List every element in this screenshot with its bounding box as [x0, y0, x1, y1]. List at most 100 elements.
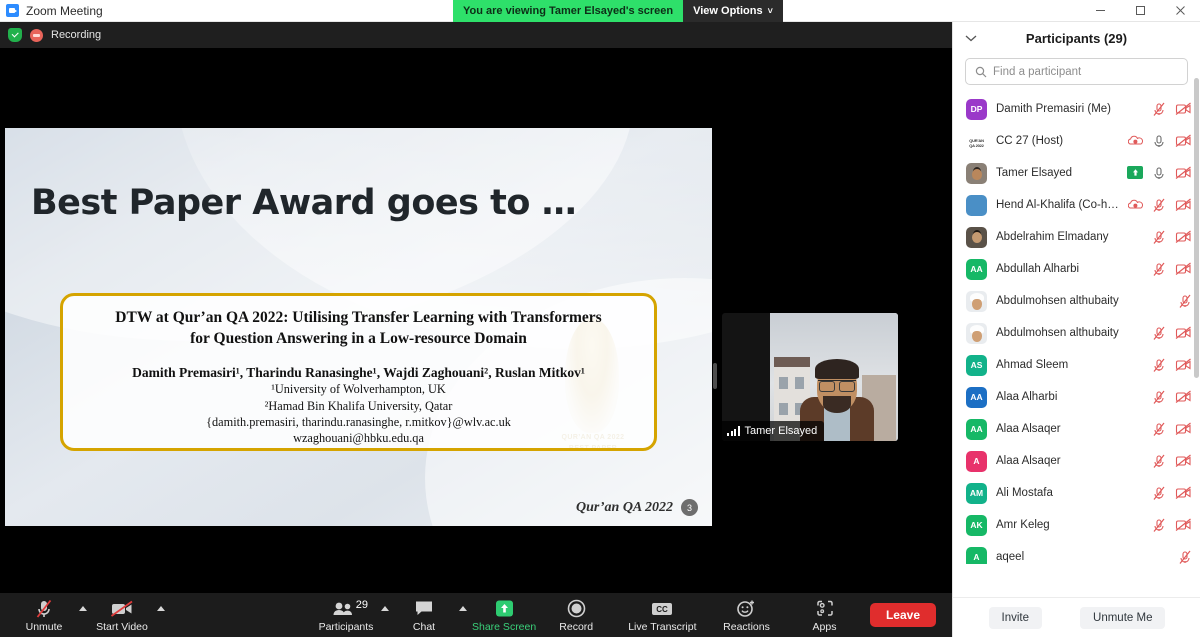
participant-row[interactable]: Abdulmohsen althubaity [953, 285, 1200, 317]
leave-button[interactable]: Leave [869, 603, 936, 627]
minimize-icon[interactable] [1080, 0, 1120, 22]
participant-row[interactable]: AK Amr Keleg [953, 509, 1200, 541]
mic-muted-icon[interactable] [1152, 326, 1166, 341]
participants-panel-header: Participants (29) [953, 22, 1200, 54]
live-transcript-button[interactable]: CC Live Transcript [628, 593, 697, 637]
mic-muted-icon[interactable] [1152, 422, 1166, 437]
mic-muted-icon[interactable] [1152, 102, 1166, 117]
participant-row[interactable]: A Alaa Alsaqer [953, 445, 1200, 477]
record-button[interactable]: Record [546, 593, 606, 637]
shared-slide: Best Paper Award goes to … QUR’AN QA 202… [5, 128, 712, 526]
maximize-icon[interactable] [1120, 0, 1160, 22]
mic-muted-icon [1153, 518, 1165, 532]
participant-row[interactable]: QUR’AN QA 2022 CC 27 (Host) [953, 125, 1200, 157]
award-paper-card: DTW at Qur’an QA 2022: Utilising Transfe… [60, 293, 657, 451]
video-off-icon[interactable] [1175, 262, 1192, 276]
screen-share-status-icon[interactable] [1127, 164, 1143, 182]
mic-muted-icon [1179, 294, 1191, 308]
start-video-button[interactable]: Start Video [92, 593, 152, 637]
share-screen-label: Share Screen [472, 620, 537, 633]
video-off-icon[interactable] [1175, 230, 1192, 244]
participant-video-thumbnail[interactable]: Tamer Elsayed [722, 313, 898, 441]
mic-muted-icon[interactable] [1152, 518, 1166, 533]
slide-heading: Best Paper Award goes to … [31, 183, 577, 223]
audio-options-caret[interactable] [74, 593, 92, 637]
chat-button[interactable]: Chat [394, 593, 454, 637]
apps-button[interactable]: Apps [795, 593, 855, 637]
close-icon[interactable] [1160, 0, 1200, 22]
participant-name: Damith Premasiri (Me) [996, 103, 1112, 115]
participant-name: Amr Keleg [996, 519, 1050, 531]
mic-muted-icon [1153, 230, 1165, 244]
participant-row[interactable]: Abdulmohsen althubaity [953, 317, 1200, 349]
search-input[interactable]: Find a participant [965, 58, 1188, 85]
mic-muted-icon[interactable] [1152, 262, 1166, 277]
video-off-icon[interactable] [1175, 422, 1192, 436]
window-controls [1080, 0, 1200, 22]
participant-status-icons [1127, 164, 1192, 182]
start-video-label: Start Video [96, 620, 148, 633]
participant-row[interactable]: Aaqeel [953, 541, 1200, 564]
share-screen-button[interactable]: Share Screen [472, 593, 536, 637]
mic-icon[interactable] [1152, 166, 1166, 181]
mic-muted-icon[interactable] [1152, 230, 1166, 245]
participants-list[interactable]: DP Damith Premasiri (Me) QUR’AN QA 2022 CC 2… [953, 93, 1200, 564]
video-off-icon[interactable] [1175, 358, 1192, 372]
recording-status-icon[interactable] [1128, 199, 1143, 211]
chevron-down-icon[interactable] [965, 34, 977, 42]
mic-muted-icon [1153, 262, 1165, 276]
invite-button[interactable]: Invite [988, 606, 1043, 629]
participant-status-icons [1152, 390, 1192, 405]
video-off-icon[interactable] [1175, 326, 1192, 340]
participant-status-icons [1152, 454, 1192, 469]
chat-options-caret[interactable] [454, 593, 472, 637]
shield-icon[interactable] [8, 28, 22, 42]
participant-row[interactable]: AA Abdullah Alharbi [953, 253, 1200, 285]
recording-icon[interactable] [30, 28, 43, 42]
chevron-down-icon: ˅ [767, 6, 773, 16]
mic-muted-icon[interactable] [1178, 294, 1192, 309]
participant-status-icons [1152, 518, 1192, 533]
reactions-button[interactable]: Reactions [717, 593, 777, 637]
panel-resize-handle[interactable] [713, 363, 717, 389]
video-off-icon[interactable] [1175, 518, 1192, 532]
video-off-icon[interactable] [1175, 102, 1192, 116]
mic-muted-icon[interactable] [1152, 454, 1166, 469]
participants-button[interactable]: 29 Participants [316, 593, 376, 637]
mic-icon[interactable] [1152, 134, 1166, 149]
participants-scrollbar[interactable] [1194, 78, 1199, 378]
participant-row[interactable]: Hend Al-Khalifa (Co-host) [953, 189, 1200, 221]
video-off-icon[interactable] [1175, 390, 1192, 404]
video-off-icon[interactable] [1175, 486, 1192, 500]
participant-row[interactable]: Abdelrahim Elmadany [953, 221, 1200, 253]
mic-muted-icon[interactable] [1178, 550, 1192, 565]
share-screen-icon [494, 598, 515, 620]
participant-row[interactable]: AA Alaa Alsaqer [953, 413, 1200, 445]
participant-row[interactable]: Tamer Elsayed [953, 157, 1200, 189]
mic-muted-icon[interactable] [1152, 198, 1166, 213]
participants-options-caret[interactable] [376, 593, 394, 637]
unmute-button[interactable]: Unmute [14, 593, 74, 637]
video-off-icon[interactable] [1175, 134, 1192, 148]
recording-status-icon[interactable] [1128, 135, 1143, 147]
video-off-icon [1175, 102, 1191, 115]
video-off-icon[interactable] [1175, 198, 1192, 212]
mic-muted-icon[interactable] [1152, 390, 1166, 405]
mic-muted-icon [1153, 326, 1165, 340]
participant-row[interactable]: DP Damith Premasiri (Me) [953, 93, 1200, 125]
participant-row[interactable]: AS Ahmad Sleem [953, 349, 1200, 381]
participant-row[interactable]: AA Alaa Alharbi [953, 381, 1200, 413]
participant-row[interactable]: AM Ali Mostafa [953, 477, 1200, 509]
avatar: A [966, 450, 987, 472]
video-off-icon[interactable] [1175, 454, 1192, 468]
recording-icon [1128, 199, 1143, 209]
paper-affiliation-2: ²Hamad Bin Khalifa University, Qatar [264, 398, 453, 413]
view-options-button[interactable]: View Options ˅ [683, 0, 783, 22]
paper-affiliation-1: ¹University of Wolverhampton, UK [271, 382, 446, 397]
video-options-caret[interactable] [152, 593, 170, 637]
mic-muted-icon[interactable] [1152, 486, 1166, 501]
video-off-icon[interactable] [1175, 166, 1192, 180]
video-off-icon [1175, 198, 1191, 211]
unmute-me-button[interactable]: Unmute Me [1080, 606, 1166, 629]
mic-muted-icon[interactable] [1152, 358, 1166, 373]
